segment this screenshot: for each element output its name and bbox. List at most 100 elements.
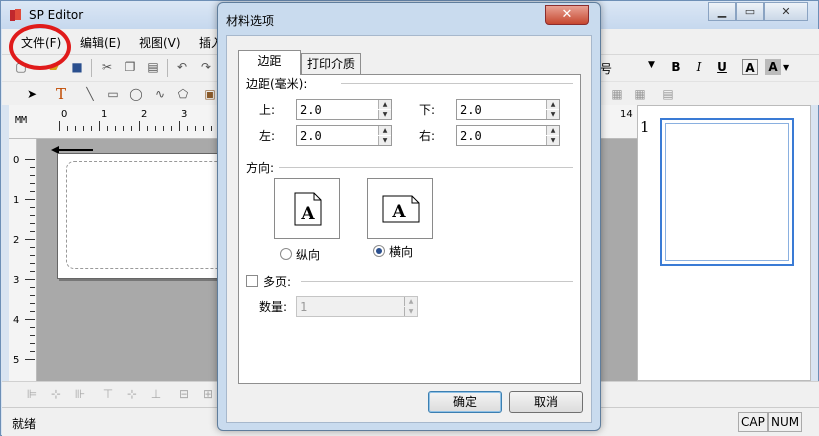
portrait-page-icon: A xyxy=(294,192,322,226)
cancel-button[interactable]: 取消 xyxy=(509,391,583,413)
spin-up-icon[interactable]: ▲ xyxy=(404,297,417,306)
portrait-label[interactable]: 纵向 xyxy=(296,246,320,263)
portrait-glyph: A xyxy=(300,204,315,224)
pointer-icon[interactable]: ➤ xyxy=(24,86,40,102)
menu-edit[interactable]: 编辑(E) xyxy=(80,34,121,51)
caps-indicator: CAP xyxy=(738,412,768,432)
page-thumbnail-border xyxy=(665,123,789,261)
align-right-icon[interactable]: ⊪ xyxy=(72,386,88,402)
spin-up-icon[interactable]: ▲ xyxy=(546,100,559,109)
align-bottom-icon[interactable]: ⊥ xyxy=(148,386,164,402)
font-size-dropdown-icon[interactable]: ▼ xyxy=(648,60,655,70)
highlight-button[interactable]: A xyxy=(765,59,781,75)
orientation-group-label: 方向: xyxy=(246,161,275,175)
dialog-close-button[interactable]: ✕ xyxy=(545,5,589,25)
copy-icon[interactable]: ❐ xyxy=(122,59,138,75)
spin-up-icon[interactable]: ▲ xyxy=(378,100,391,109)
multipage-checkbox[interactable] xyxy=(246,275,258,287)
spin-up-icon[interactable]: ▲ xyxy=(378,126,391,135)
align-tool-icon[interactable]: ▦ xyxy=(609,86,625,102)
left-margin-label: 左: xyxy=(259,129,276,143)
bottom-margin-label: 下: xyxy=(419,103,436,117)
polygon-tool-icon[interactable]: ⬠ xyxy=(175,86,191,102)
ruler-tick-label: 14 xyxy=(620,109,633,120)
bottom-margin-value: 2.0 xyxy=(460,103,482,117)
toolbar-separator xyxy=(91,59,92,77)
text-tool-icon[interactable]: T xyxy=(53,86,69,102)
align-left-icon[interactable]: ⊫ xyxy=(24,386,40,402)
ruler-tick-label: 0 xyxy=(61,109,68,120)
ruler-ticks xyxy=(25,159,35,360)
portrait-radio[interactable] xyxy=(280,248,292,260)
cut-icon[interactable]: ✂ xyxy=(99,59,115,75)
spin-down-icon[interactable]: ▼ xyxy=(546,136,559,145)
grid-tool-icon[interactable]: ▦ xyxy=(632,86,648,102)
close-button[interactable]: ✕ xyxy=(764,2,808,21)
page-preview-panel: 1 xyxy=(637,105,811,381)
right-margin-input[interactable]: 2.0 ▲ ▼ xyxy=(456,125,560,146)
ruler-tick-label: 3 xyxy=(181,109,188,120)
undo-icon[interactable]: ↶ xyxy=(174,59,190,75)
italic-button[interactable]: I xyxy=(691,59,707,75)
dialog-title: 材料选项 xyxy=(226,14,275,28)
menu-view[interactable]: 视图(V) xyxy=(139,34,181,51)
num-indicator: NUM xyxy=(768,412,803,432)
save-icon[interactable]: ■ xyxy=(69,59,85,75)
landscape-page-icon: A xyxy=(382,195,420,223)
landscape-label[interactable]: 横向 xyxy=(389,243,413,260)
left-margin-value: 2.0 xyxy=(300,129,322,143)
ellipse-tool-icon[interactable]: ◯ xyxy=(128,86,144,102)
landscape-radio[interactable] xyxy=(373,245,385,257)
page-thumbnail[interactable] xyxy=(660,118,794,266)
maximize-button[interactable]: ▭ xyxy=(736,2,764,21)
spin-down-icon[interactable]: ▼ xyxy=(378,136,391,145)
rectangle-tool-icon[interactable]: ▭ xyxy=(105,86,121,102)
line-tool-icon[interactable]: ╲ xyxy=(82,86,98,102)
bottom-margin-input[interactable]: 2.0 ▲ ▼ xyxy=(456,99,560,120)
ruler-tick-label: 4 xyxy=(13,315,20,326)
margins-group-label: 边距(毫米): xyxy=(246,77,308,91)
spin-down-icon[interactable]: ▼ xyxy=(404,307,417,316)
tab-margins[interactable]: 边距 xyxy=(238,50,301,75)
paste-icon[interactable]: ▤ xyxy=(145,59,161,75)
multipage-label[interactable]: 多页: xyxy=(263,273,291,290)
bold-button[interactable]: B xyxy=(668,59,684,75)
print-tool-icon[interactable]: ▤ xyxy=(660,86,676,102)
left-margin-input[interactable]: 2.0 ▲ ▼ xyxy=(296,125,392,146)
highlight-circle xyxy=(9,24,71,70)
top-margin-label: 上: xyxy=(259,103,276,117)
vertical-ruler: 0 1 2 3 4 5 xyxy=(9,139,37,381)
landscape-preview[interactable]: A xyxy=(367,178,433,239)
align-top-icon[interactable]: ⊤ xyxy=(100,386,116,402)
material-options-dialog: 材料选项 ✕ 边距 打印介质 边距(毫米): 上: 2.0 ▲ ▼ 下: 2.0… xyxy=(217,2,601,431)
underline-button[interactable]: U xyxy=(714,59,730,75)
group-divider xyxy=(341,83,573,84)
redo-icon[interactable]: ↷ xyxy=(198,59,214,75)
ruler-tick-label: 1 xyxy=(101,109,108,120)
distribute-horizontal-icon[interactable]: ⊟ xyxy=(176,386,192,402)
ok-button[interactable]: 确定 xyxy=(428,391,502,413)
status-text: 就绪 xyxy=(12,417,37,431)
top-margin-value: 2.0 xyxy=(300,103,322,117)
font-color-button[interactable]: A xyxy=(742,59,758,75)
group-divider xyxy=(279,167,573,168)
minimize-button[interactable]: ▁ xyxy=(708,2,736,21)
count-input[interactable]: 1 ▲ ▼ xyxy=(296,296,418,317)
spin-down-icon[interactable]: ▼ xyxy=(546,110,559,119)
app-title: SP Editor xyxy=(29,8,84,22)
highlight-dropdown-icon[interactable]: ▼ xyxy=(783,63,789,72)
landscape-glyph: A xyxy=(391,202,406,222)
image-tool-icon[interactable]: ▣ xyxy=(202,86,218,102)
spin-down-icon[interactable]: ▼ xyxy=(378,110,391,119)
distribute-vertical-icon[interactable]: ⊞ xyxy=(200,386,216,402)
ruler-ticks xyxy=(59,121,212,131)
align-middle-icon[interactable]: ⊹ xyxy=(124,386,140,402)
top-margin-input[interactable]: 2.0 ▲ ▼ xyxy=(296,99,392,120)
portrait-preview[interactable]: A xyxy=(274,178,340,239)
count-label: 数量: xyxy=(259,300,288,314)
tab-print-media[interactable]: 打印介质 xyxy=(301,53,361,75)
spin-up-icon[interactable]: ▲ xyxy=(546,126,559,135)
curve-tool-icon[interactable]: ∿ xyxy=(152,86,168,102)
toolbar-separator xyxy=(167,59,168,77)
align-center-icon[interactable]: ⊹ xyxy=(48,386,64,402)
